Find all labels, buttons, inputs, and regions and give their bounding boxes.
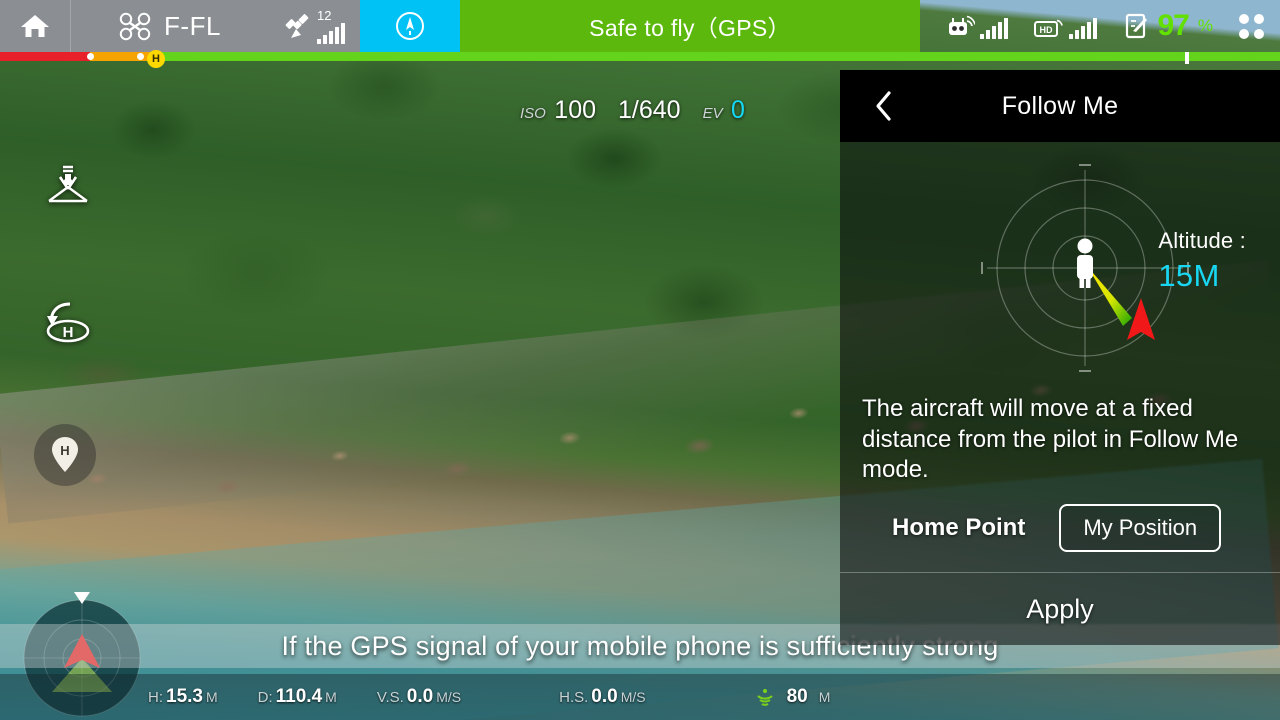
satellite-icon (285, 14, 309, 38)
home-point-label: Home Point (892, 514, 1026, 542)
telemetry-height: H: 15.3 M (148, 686, 218, 708)
iso-setting[interactable]: ISO 100 (520, 96, 596, 125)
telemetry-horizontal-speed: H.S. 0.0 M/S (559, 686, 646, 708)
battery-bar-marker-2 (137, 53, 144, 60)
menu-dots-icon[interactable] (1239, 13, 1264, 39)
panel-header: Follow Me (840, 70, 1280, 142)
battery-bar-normal (156, 52, 1280, 61)
telemetry-vertical-speed: V.S. 0.0 M/S (377, 686, 461, 708)
height-key: H: (148, 689, 163, 706)
distance-key: D: (257, 689, 273, 706)
remote-signal-status[interactable] (947, 13, 1008, 39)
downlink-signal-icon (756, 689, 773, 706)
home-point-pin-icon: H (52, 437, 78, 472)
home-button[interactable] (0, 0, 70, 52)
battery-bar-critical (0, 52, 90, 61)
shutter-value: 1/640 (618, 96, 681, 124)
ev-value: 0 (731, 96, 745, 124)
flight-mode-indicator[interactable]: F-FL (70, 0, 268, 52)
remote-controller-icon (948, 15, 975, 35)
flight-mode-button[interactable] (360, 0, 460, 52)
ev-setting[interactable]: EV 0 (703, 96, 745, 125)
telemetry-downlink: 80 M (754, 686, 831, 708)
flight-status-label: Safe to fly（GPS） (589, 15, 791, 41)
hd-video-icon: HD (1033, 19, 1063, 37)
top-right-status-group: HD 97 % (920, 0, 1280, 52)
height-value: 15.3 (166, 686, 203, 707)
aircraft-arrow-icon (1127, 298, 1155, 340)
auto-landing-button[interactable] (36, 160, 100, 214)
distance-value: 110.4 (275, 686, 323, 707)
downlink-unit: M (818, 689, 831, 705)
satellite-status[interactable]: 12 (268, 0, 360, 52)
iso-label: ISO (520, 105, 546, 122)
quadcopter-icon (119, 12, 151, 41)
ev-label: EV (702, 105, 723, 122)
hspeed-key: H.S. (559, 689, 589, 706)
back-button[interactable] (854, 70, 914, 142)
iso-value: 100 (554, 96, 597, 124)
svg-text:HD: HD (1039, 25, 1052, 35)
downlink-value: 80 (786, 686, 808, 707)
satellite-signal-bars (317, 23, 345, 44)
battery-unit: % (1197, 16, 1213, 35)
vspeed-key: V.S. (376, 689, 404, 706)
altitude-readout: Altitude : 15M (1158, 228, 1246, 294)
hspeed-unit: M/S (620, 689, 646, 705)
hspeed-value: 0.0 (591, 686, 618, 707)
my-position-button[interactable]: My Position (1059, 504, 1222, 553)
flight-mode-label: F-FL (164, 10, 221, 41)
flight-status-banner: Safe to fly（GPS） (460, 0, 920, 52)
apply-button[interactable]: Apply (840, 573, 1280, 645)
back-chevron-icon (876, 91, 891, 121)
hd-video-status[interactable]: HD (1033, 13, 1097, 39)
altitude-value: 15M (1158, 258, 1220, 293)
battery-status-icon (1125, 13, 1147, 39)
follow-me-visual: Altitude : 15M (840, 142, 1280, 392)
distance-unit: M (325, 689, 337, 705)
vspeed-value: 0.0 (406, 686, 434, 707)
battery-status[interactable]: 97 % (1123, 9, 1213, 43)
return-to-home-icon: H (46, 302, 90, 343)
telemetry-bar: H: 15.3 M D: 110.4 M V.S. 0.0 M/S H.S. 0.0 M/S 8… (0, 674, 1280, 720)
panel-description: The aircraft will move at a fixed distan… (862, 395, 1239, 484)
camera-parameters: ISO 100 1/640 EV 0 (520, 96, 745, 125)
svg-text:H: H (63, 324, 74, 341)
return-to-home-button[interactable]: H (36, 295, 100, 349)
hd-signal-bars (1068, 18, 1097, 39)
top-toolbar: F-FL 12 Safe to fly（GPS） HD 97 % (0, 0, 1280, 52)
telemetry-distance: D: 110.4 M (258, 686, 337, 708)
remote-signal-bars (979, 18, 1008, 39)
flight-mode-icon (396, 12, 424, 40)
auto-landing-icon (48, 165, 88, 203)
svg-text:H: H (60, 443, 69, 458)
battery-bar-home-marker: H (147, 50, 165, 68)
battery-level-bar: H (0, 50, 1280, 68)
home-icon (21, 15, 49, 37)
battery-bar-current-tick (1185, 52, 1189, 64)
vspeed-unit: M/S (436, 689, 462, 705)
home-point-marker[interactable]: H (34, 424, 96, 486)
app-root: F-FL 12 Safe to fly（GPS） HD 97 % H ISO 1… (0, 0, 1280, 720)
satellite-count: 12 (317, 8, 332, 23)
shutter-setting[interactable]: 1/640 (618, 96, 681, 125)
height-unit: M (205, 689, 218, 705)
home-point-row: Home Point My Position (840, 486, 1280, 553)
follow-me-panel: Follow Me Altitude: 15M The aircraft wi… (840, 70, 1280, 645)
battery-percent: 97 (1157, 9, 1190, 42)
altitude-label: Altitude : (1158, 228, 1246, 253)
battery-bar-marker-1 (87, 53, 94, 60)
